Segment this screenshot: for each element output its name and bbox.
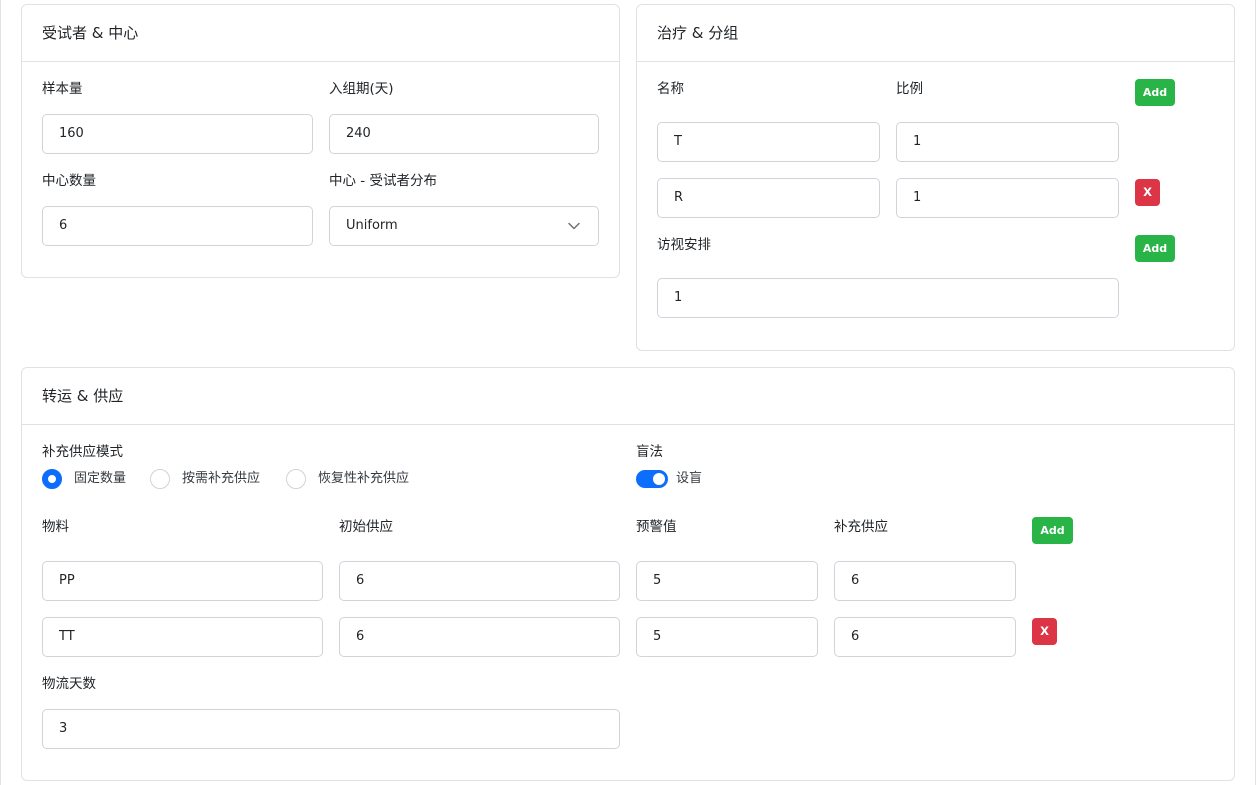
add-visit-button[interactable]: Add [1135, 235, 1175, 262]
logistics-days-label: 物流天数 [42, 676, 96, 692]
initial-supply-input[interactable]: 6 [339, 617, 620, 657]
card-title: 转运 & 供应 [42, 387, 124, 405]
blinding-toggle[interactable] [636, 470, 668, 488]
toggle-knob [653, 473, 665, 485]
group-name-input[interactable]: T [657, 122, 880, 162]
distribution-label: 中心 - 受试者分布 [329, 173, 437, 189]
add-group-button[interactable]: Add [1135, 79, 1175, 106]
radio-on-demand[interactable] [150, 469, 170, 489]
radio-restorative-label: 恢复性补充供应 [318, 471, 410, 486]
distribution-select-value: Uniform [346, 218, 398, 233]
remove-material-button[interactable]: X [1032, 618, 1057, 645]
material-input[interactable]: TT [42, 617, 323, 657]
remove-group-button[interactable]: X [1135, 179, 1160, 206]
group-ratio-input[interactable]: 1 [896, 178, 1119, 218]
treatment-groups-card: 治疗 & 分组 名称 比例 Add T 1 R 1 X 访视安排 Add 1 [636, 4, 1235, 351]
material-header: 物料 [42, 519, 69, 535]
sample-size-label: 样本量 [42, 81, 83, 97]
visits-label: 访视安排 [657, 237, 711, 253]
subjects-centers-card: 受试者 & 中心 样本量 入组期(天) 160 240 中心数量 中心 - 受试… [21, 4, 620, 278]
resupply-input[interactable]: 6 [834, 561, 1016, 601]
group-name-header: 名称 [657, 81, 684, 97]
card-header: 治疗 & 分组 [637, 5, 1234, 62]
card-title: 治疗 & 分组 [657, 24, 739, 42]
left-edge [0, 0, 1, 785]
initial-supply-input[interactable]: 6 [339, 561, 620, 601]
radio-fixed-quantity[interactable] [42, 469, 62, 489]
resupply-input[interactable]: 6 [834, 617, 1016, 657]
card-title: 受试者 & 中心 [42, 24, 139, 42]
material-input[interactable]: PP [42, 561, 323, 601]
warning-value-input[interactable]: 5 [636, 617, 818, 657]
initial-supply-header: 初始供应 [339, 519, 393, 535]
resupply-mode-label: 补充供应模式 [42, 444, 123, 460]
distribution-select[interactable]: Uniform [329, 206, 599, 246]
center-count-input[interactable]: 6 [42, 206, 313, 246]
group-ratio-header: 比例 [896, 81, 923, 97]
card-header: 转运 & 供应 [22, 368, 1234, 425]
enrollment-period-input[interactable]: 240 [329, 114, 599, 154]
group-ratio-input[interactable]: 1 [896, 122, 1119, 162]
radio-restorative[interactable] [286, 469, 306, 489]
warning-value-header: 预警值 [636, 519, 677, 535]
resupply-header: 补充供应 [834, 519, 888, 535]
enrollment-period-label: 入组期(天) [329, 81, 394, 97]
blinding-label: 盲法 [636, 444, 663, 460]
visits-input[interactable]: 1 [657, 278, 1119, 318]
add-material-button[interactable]: Add [1032, 517, 1073, 544]
warning-value-input[interactable]: 5 [636, 561, 818, 601]
card-header: 受试者 & 中心 [22, 5, 619, 62]
group-name-input[interactable]: R [657, 178, 880, 218]
shipping-supply-card: 转运 & 供应 补充供应模式 固定数量 按需补充供应 恢复性补充供应 盲法 设盲… [21, 367, 1235, 781]
sample-size-input[interactable]: 160 [42, 114, 313, 154]
center-count-label: 中心数量 [42, 173, 96, 189]
chevron-down-icon [568, 222, 580, 230]
blinding-toggle-label: 设盲 [676, 471, 703, 486]
radio-fixed-quantity-label: 固定数量 [74, 471, 127, 486]
radio-on-demand-label: 按需补充供应 [182, 471, 261, 486]
logistics-days-input[interactable]: 3 [42, 709, 620, 749]
